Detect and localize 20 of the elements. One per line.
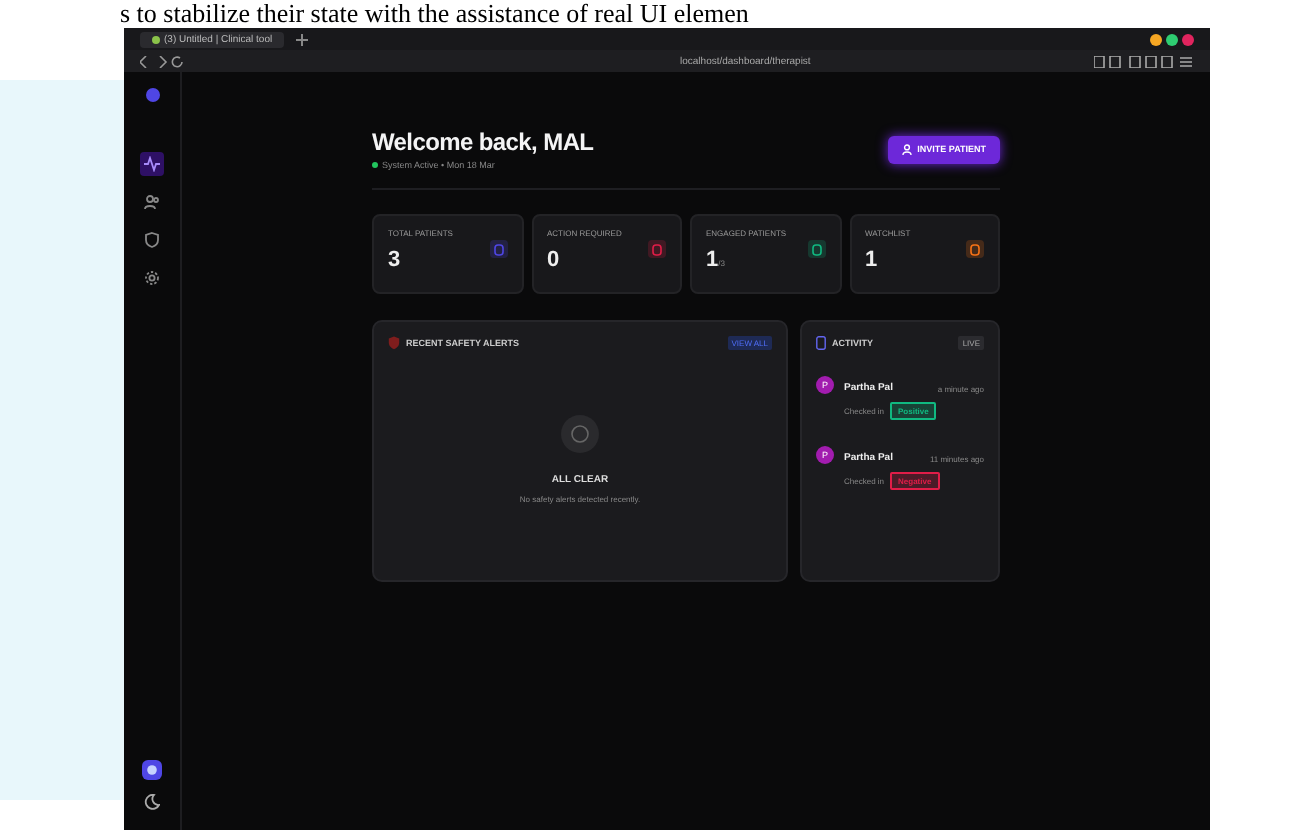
- moon-icon[interactable]: [144, 794, 160, 810]
- people-icon[interactable]: [140, 190, 164, 214]
- status-dot: [372, 162, 378, 168]
- stat-value: 0: [547, 248, 562, 272]
- welcome-heading: Welcome back, MAL: [372, 128, 594, 156]
- new-tab-icon[interactable]: [296, 33, 309, 45]
- stat-value: 3: [388, 248, 403, 272]
- window-controls-icon[interactable]: [1150, 33, 1194, 45]
- toolbar-icon[interactable]: [1094, 55, 1194, 67]
- stat-value: 1: [865, 248, 880, 272]
- navigation-icon[interactable]: [140, 55, 184, 67]
- phone-icon: [816, 336, 826, 350]
- caption-text: s to stabilize their state with the assistance of real UI elemen: [118, 0, 751, 28]
- user-icon[interactable]: [142, 760, 162, 780]
- shield-icon[interactable]: [140, 228, 164, 252]
- settings-icon[interactable]: [140, 266, 164, 290]
- logo-icon[interactable]: [145, 88, 159, 102]
- pulse-icon[interactable]: [140, 152, 164, 176]
- shield-icon: [388, 336, 400, 350]
- person-icon: [901, 143, 914, 155]
